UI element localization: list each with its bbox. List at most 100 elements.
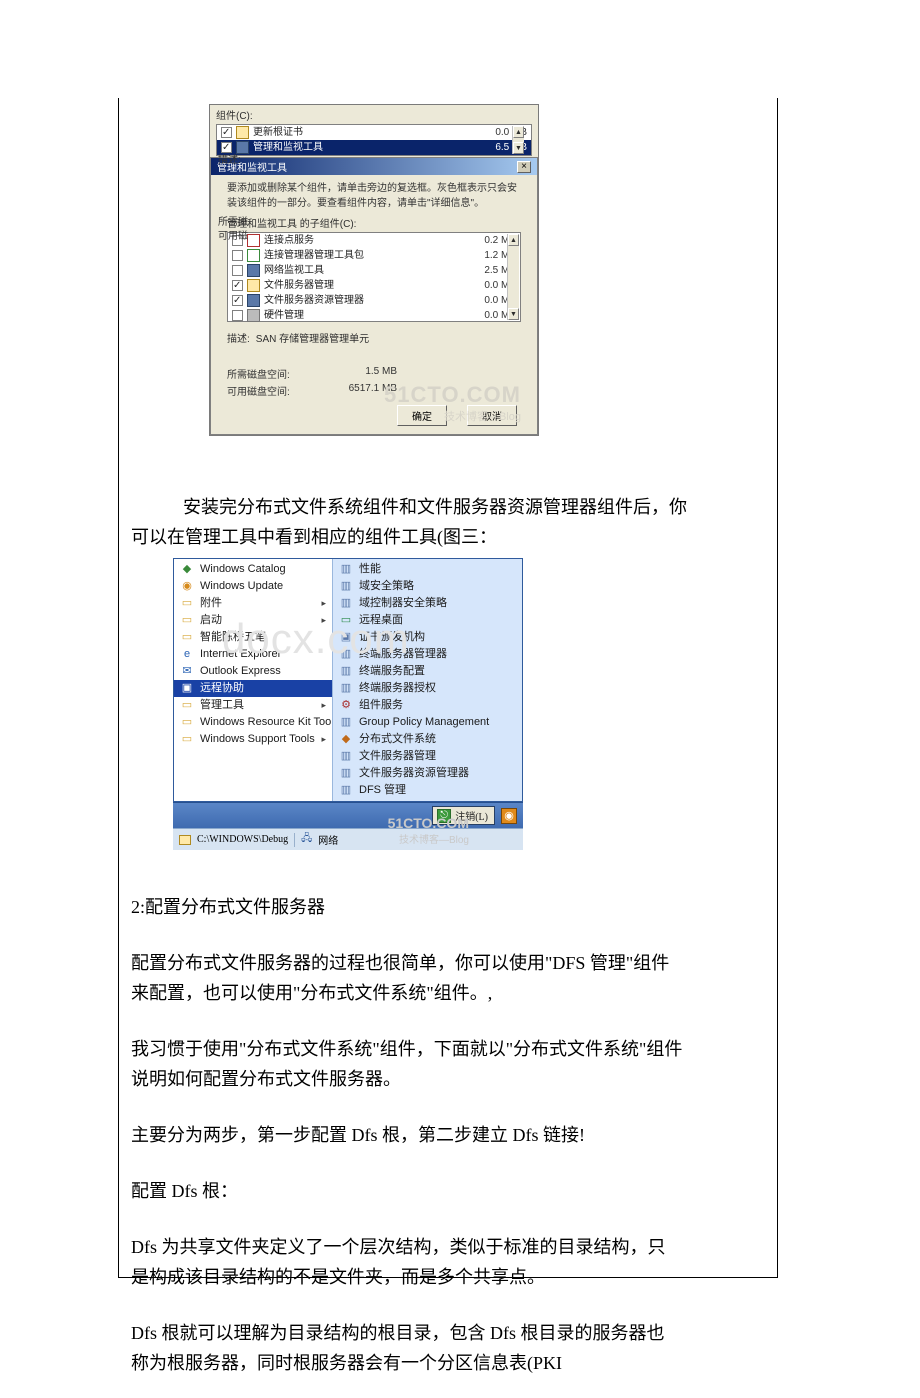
component-name: 连接点服务 [264, 234, 456, 247]
network-icon[interactable]: 🖧 [301, 831, 312, 848]
component-name: 硬件管理 [264, 309, 456, 322]
menu-label: Windows Catalog [200, 562, 286, 577]
component-icon [236, 126, 249, 139]
logoff-button[interactable]: ⎋ 注销(L) [432, 806, 495, 825]
menu-label: 终端服务器授权 [359, 681, 436, 696]
text: 2:配置分布式文件服务器 [131, 897, 325, 917]
menu-item[interactable]: ◉Windows Update [174, 578, 332, 595]
menu-item[interactable]: ▭ 远程桌面 [333, 612, 522, 629]
cancel-button[interactable]: 取消 [467, 405, 517, 426]
menu-item[interactable]: eInternet Explorer [174, 646, 332, 663]
chevron-right-icon: ▸ [321, 613, 326, 628]
list-item[interactable]: 文件服务器资源管理器 0.0 MB [228, 293, 520, 308]
menu-item[interactable]: ▥DFS 管理 [333, 782, 522, 799]
logoff-label: 注销(L) [455, 808, 488, 823]
menu-item[interactable]: ▣ 证书颁发机构 [333, 629, 522, 646]
menu-item[interactable]: ▥终端服务器管理器 [333, 646, 522, 663]
menu-item[interactable]: ▭启动▸ [174, 612, 332, 629]
text: 是构成该目录结构的不是文件夹，而是多个共享点。 [131, 1267, 545, 1287]
cert-icon: ▣ [339, 631, 353, 645]
top-component-list[interactable]: 更新根证书 0.0 MB 管理和监视工具 6.5 MB ▲ ▼ [216, 124, 532, 156]
remote-icon: ▣ [180, 682, 194, 696]
sub-dialog: 管理和监视工具 × 要添加或删除某个组件，请单击旁边的复选框。灰色框表示只会安装… [210, 157, 538, 435]
scrollbar[interactable]: ▲ ▼ [512, 126, 524, 154]
remote-desktop-icon: ▭ [339, 614, 353, 628]
menu-label: Internet Explorer [200, 647, 281, 662]
list-item[interactable]: 硬件管理 0.0 MB [228, 308, 520, 323]
shutdown-button[interactable]: ◉ [501, 808, 517, 824]
menu-label: DFS 管理 [359, 783, 406, 798]
menu-label: 证书颁发机构 [359, 630, 425, 645]
scrollbar[interactable]: ▲ ▼ [507, 234, 519, 320]
paragraph: 配置 Dfs 根： [127, 1176, 769, 1206]
close-icon[interactable]: × [517, 161, 531, 173]
component-icon [247, 279, 260, 292]
description-row: 描述: SAN 存储管理器管理单元 [211, 322, 537, 347]
menu-item[interactable]: ▭Windows Resource Kit Tools▸ [174, 714, 332, 731]
menu-label: 终端服务器管理器 [359, 647, 447, 662]
menu-item[interactable]: ◆分布式文件系统 [333, 731, 522, 748]
menu-item[interactable]: ▥文件服务器资源管理器 [333, 765, 522, 782]
scroll-up-icon[interactable]: ▲ [508, 234, 519, 246]
menu-item[interactable]: ▭管理工具▸ [174, 697, 332, 714]
dialog-buttons: 确定 取消 [211, 399, 537, 434]
component-icon [247, 309, 260, 322]
text: 安装完分布式文件系统组件和文件服务器资源管理器组件后，你 [183, 497, 687, 517]
component-icon [247, 264, 260, 277]
checkbox-icon[interactable] [232, 265, 243, 276]
disk-available-label: 可用磁盘空间: [227, 383, 317, 398]
network-label: 网络 [318, 832, 338, 847]
taskbar-path[interactable]: C:\WINDOWS\Debug [197, 834, 288, 845]
text: Dfs 根就可以理解为目录结构的根目录，包含 Dfs 根目录的服务器也 [131, 1323, 665, 1343]
menu-item[interactable]: ▥Group Policy Management [333, 714, 522, 731]
scroll-up-icon[interactable]: ▲ [513, 126, 524, 138]
list-item[interactable]: 更新根证书 0.0 MB [217, 125, 531, 140]
menu-item[interactable]: ▥域控制器安全策略 [333, 595, 522, 612]
component-icon [247, 249, 260, 262]
taskbar: C:\WINDOWS\Debug 🖧 网络 [173, 828, 523, 850]
checkbox-icon[interactable] [232, 295, 243, 306]
folder-icon: ▭ [180, 716, 194, 730]
disk-available-value: 6517.1 MB [317, 383, 397, 398]
checkbox-icon[interactable] [232, 250, 243, 261]
text: 主要分为两步，第一步配置 Dfs 根，第二步建立 Dfs 链接! [131, 1125, 585, 1145]
component-name: 文件服务器资源管理器 [264, 294, 456, 307]
menu-label: Group Policy Management [359, 715, 489, 730]
menu-item[interactable]: ✉Outlook Express [174, 663, 332, 680]
menu-item[interactable]: ⚙组件服务 [333, 697, 522, 714]
menu-item[interactable]: ▭附件▸ [174, 595, 332, 612]
description-label: 描述: [227, 330, 250, 345]
menu-item[interactable]: ▥域安全策略 [333, 578, 522, 595]
menu-label: 附件 [200, 596, 222, 611]
list-item[interactable]: 管理和监视工具 6.5 MB [217, 140, 531, 155]
menu-item[interactable]: ▥终端服务配置 [333, 663, 522, 680]
checkbox-icon[interactable] [221, 127, 232, 138]
menu-item[interactable]: ▭智能陈桥五笔 [174, 629, 332, 646]
menu-item[interactable]: ▥性能 [333, 561, 522, 578]
menu-item[interactable]: ▭Windows Support Tools▸ [174, 731, 332, 748]
menu-item[interactable]: ▥文件服务器管理 [333, 748, 522, 765]
menu-label: 启动 [200, 613, 222, 628]
start-menu-screenshot: ◆Windows Catalog ◉Windows Update ▭附件▸ ▭启… [173, 558, 523, 850]
start-menu: ◆Windows Catalog ◉Windows Update ▭附件▸ ▭启… [173, 558, 523, 802]
ok-button[interactable]: 确定 [397, 405, 447, 426]
text: 说明如何配置分布式文件服务器。 [131, 1069, 401, 1089]
description-text: SAN 存储管理器管理单元 [256, 330, 369, 345]
list-item[interactable]: 连接管理器管理工具包 1.2 MB [228, 248, 520, 263]
scroll-down-icon[interactable]: ▼ [513, 142, 524, 154]
chevron-right-icon: ▸ [321, 732, 326, 747]
checkbox-icon[interactable] [232, 310, 243, 321]
list-item[interactable]: 文件服务器管理 0.0 MB [228, 278, 520, 293]
menu-item[interactable]: ◆Windows Catalog [174, 561, 332, 578]
side-avail-label: 可用磁 [218, 227, 248, 242]
menu-label: 远程桌面 [359, 613, 403, 628]
list-item[interactable]: 网络监视工具 2.5 MB [228, 263, 520, 278]
menu-item[interactable]: ▥终端服务器授权 [333, 680, 522, 697]
menu-item[interactable]: ▣远程协助 [174, 680, 332, 697]
menu-label: Outlook Express [200, 664, 281, 679]
folder-icon [179, 835, 191, 845]
scroll-down-icon[interactable]: ▼ [508, 308, 519, 320]
subcomponent-list[interactable]: 连接点服务 0.2 MB 连接管理器管理工具包 1.2 MB 网络监视工具 2.… [227, 232, 521, 322]
list-item[interactable]: 连接点服务 0.2 MB [228, 233, 520, 248]
checkbox-icon[interactable] [232, 280, 243, 291]
